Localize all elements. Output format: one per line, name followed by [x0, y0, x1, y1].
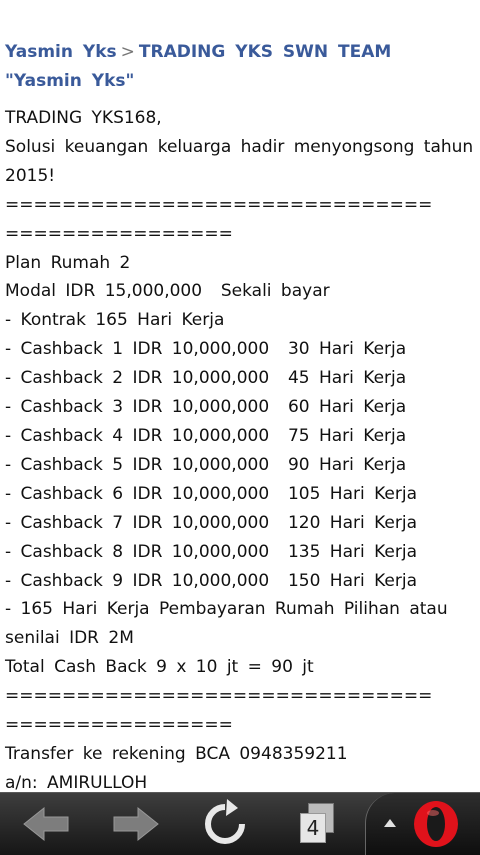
forward-button[interactable]: [100, 793, 170, 855]
back-button[interactable]: [12, 793, 82, 855]
tabs-icon: 4: [290, 793, 340, 855]
post-line: - Cashback 8 IDR 10,000,000 135 Hari Ker…: [5, 541, 418, 562]
post-line: - Kontrak 165 Hari Kerja: [5, 310, 225, 331]
post-line: ================: [5, 715, 233, 736]
post-line: Plan Rumah 2: [5, 252, 131, 273]
post-line: - Cashback 3 IDR 10,000,000 60 Hari Kerj…: [5, 397, 407, 418]
post-line: - Cashback 5 IDR 10,000,000 90 Hari Kerj…: [5, 454, 407, 475]
post-line: ================: [5, 223, 233, 244]
post-line: - Cashback 9 IDR 10,000,000 150 Hari Ker…: [5, 570, 418, 591]
post-line: - 165 Hari Kerja Pembayaran Rumah Piliha…: [5, 599, 448, 649]
browser-toolbar: 4: [0, 792, 480, 855]
post-line: Modal IDR 15,000,000 Sekali bayar: [5, 281, 330, 302]
breadcrumb-separator: >: [120, 42, 135, 62]
breadcrumb: Yasmin Yks > TRADING YKS SWN TEAM "Yasmin …: [5, 38, 475, 96]
back-arrow-icon: [23, 806, 69, 842]
post-line: ==============================: [5, 686, 433, 707]
post-line: Solusi keuangan keluarga hadir menyongso…: [5, 136, 474, 186]
reload-button[interactable]: [190, 793, 260, 855]
tabs-button[interactable]: 4: [285, 793, 345, 855]
forward-arrow-icon: [113, 806, 159, 842]
chevron-up-icon: [384, 819, 396, 827]
page-content: Yasmin Yks > TRADING YKS SWN TEAM "Yasmin …: [0, 0, 480, 792]
opera-menu-area: [365, 793, 480, 855]
tab-count: 4: [300, 813, 326, 843]
post-line: - Cashback 7 IDR 10,000,000 120 Hari Ker…: [5, 512, 418, 533]
reload-icon: [205, 799, 245, 844]
post-line: ==============================: [5, 194, 433, 215]
breadcrumb-user-link[interactable]: Yasmin Yks: [5, 42, 117, 62]
opera-menu-button[interactable]: [411, 799, 461, 853]
post-line: TRADING YKS168,: [5, 108, 162, 128]
post-line: Transfer ke rekening BCA 0948359211: [5, 743, 348, 764]
post-line: - Cashback 2 IDR 10,000,000 45 Hari Kerj…: [5, 368, 407, 389]
post-body: TRADING YKS168, Solusi keuangan keluarga…: [5, 104, 477, 792]
post-line: a/n: AMIRULLOH: [5, 772, 148, 792]
post-line: Total Cash Back 9 x 10 jt = 90 jt: [5, 657, 314, 678]
opera-logo-icon: [414, 801, 458, 847]
post-line: - Cashback 6 IDR 10,000,000 105 Hari Ker…: [5, 483, 418, 504]
post-line: - Cashback 1 IDR 10,000,000 30 Hari Kerj…: [5, 339, 407, 360]
menu-up-button[interactable]: [378, 811, 402, 835]
post-line: - Cashback 4 IDR 10,000,000 75 Hari Kerj…: [5, 425, 407, 446]
